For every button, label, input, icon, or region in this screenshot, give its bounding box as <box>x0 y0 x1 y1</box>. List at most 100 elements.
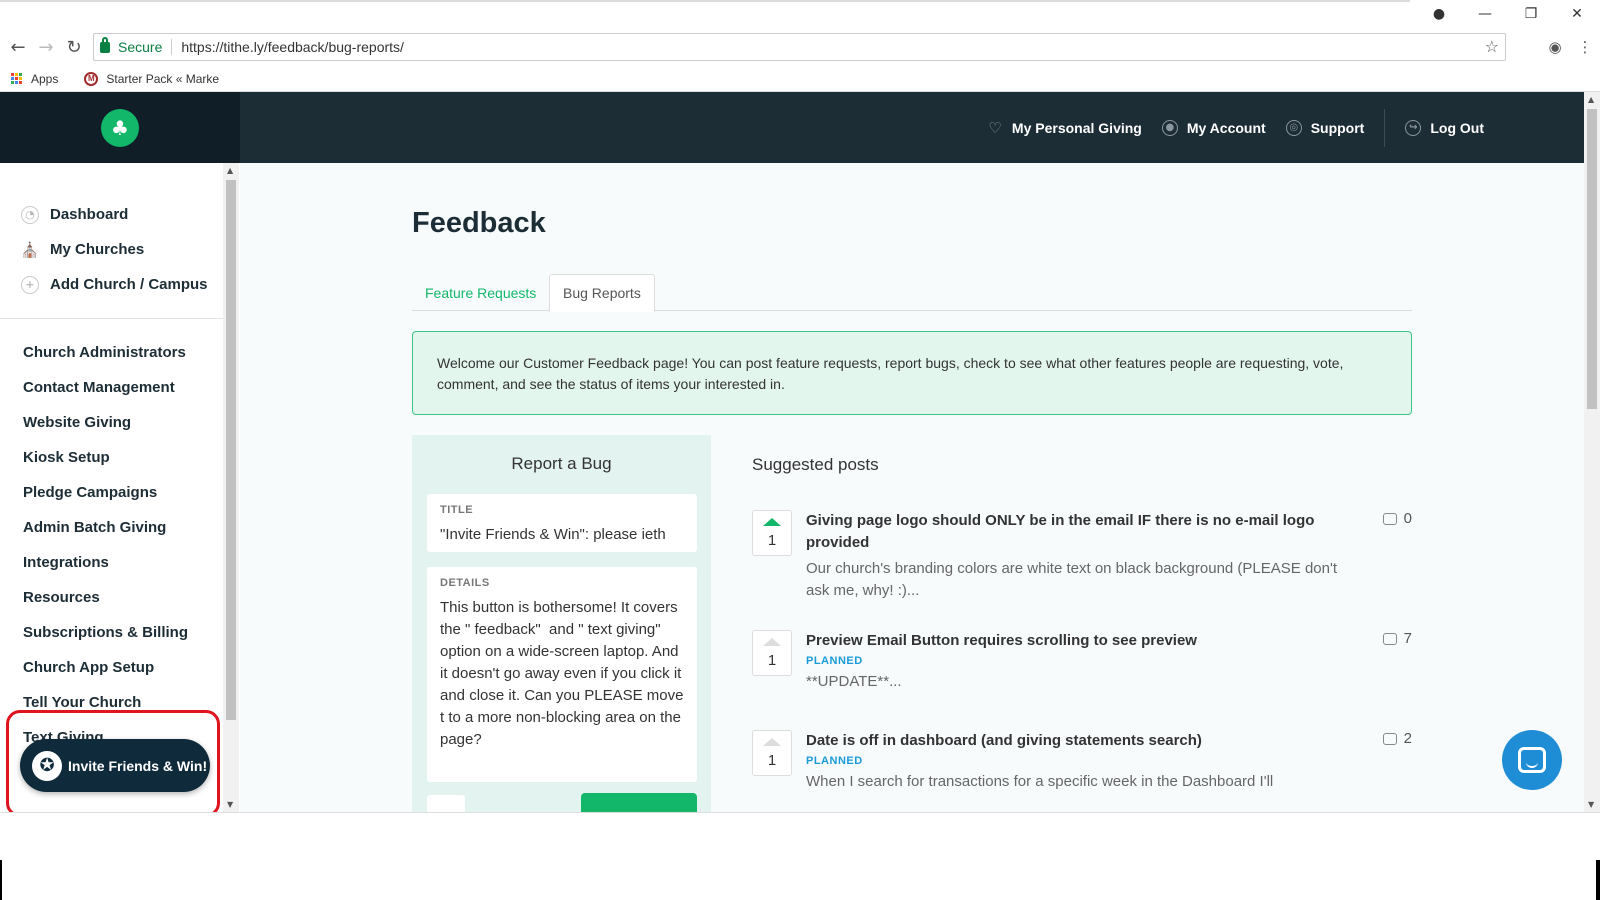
sidebar-item-integrations[interactable]: Integrations <box>0 545 223 580</box>
vote-button[interactable]: 1 <box>752 630 792 676</box>
header-divider <box>1384 108 1386 147</box>
sidebar-item-resources[interactable]: Resources <box>0 580 223 615</box>
details-field[interactable]: DETAILS This button is bothersome! It co… <box>427 567 697 782</box>
vote-button[interactable]: 1 <box>752 510 792 556</box>
nav-my-account[interactable]: ● My Account <box>1161 119 1266 136</box>
chat-icon <box>1518 747 1546 773</box>
report-bug-panel: Report a Bug TITLE "Invite Friends & Win… <box>412 435 711 812</box>
welcome-notice: Welcome our Customer Feedback page! You … <box>412 331 1412 415</box>
submit-button[interactable] <box>581 793 697 812</box>
lifebuoy-icon: ◎ <box>1285 119 1302 136</box>
dashboard-icon: ◔ <box>21 205 39 224</box>
report-heading: Report a Bug <box>511 454 612 473</box>
scrollbar-thumb[interactable] <box>1587 109 1597 409</box>
post-body: Preview Email Button requires scrolling … <box>806 630 1346 693</box>
details-label: DETAILS <box>440 577 490 589</box>
window-edge <box>0 860 2 900</box>
sidebar-item-pledge-campaigns[interactable]: Pledge Campaigns <box>0 475 223 510</box>
title-label: TITLE <box>440 504 474 516</box>
browser-toolbar: ← → ↻ Secure https://tithe.ly/feedback/b… <box>0 28 1600 66</box>
scroll-down-icon[interactable]: ▼ <box>227 800 233 809</box>
sidebar-item-label: My Churches <box>50 241 145 258</box>
sidebar-item-kiosk-setup[interactable]: Kiosk Setup <box>0 440 223 475</box>
nav-label: My Account <box>1186 119 1266 136</box>
attachment-checkbox[interactable] <box>427 795 465 812</box>
vote-button[interactable]: 1 <box>752 730 792 776</box>
nav-label: My Personal Giving <box>1011 119 1142 136</box>
comment-count-value: 7 <box>1403 630 1412 647</box>
title-field[interactable]: TITLE "Invite Friends & Win": please iet… <box>427 494 697 552</box>
sidebar-item-subscriptions-billing[interactable]: Subscriptions & Billing <box>0 615 223 650</box>
nav-label: Log Out <box>1430 119 1484 136</box>
app-header: ♣ ♡ My Personal Giving ● My Account ◎ Su… <box>0 92 1584 163</box>
scroll-up-icon[interactable]: ▲ <box>227 166 233 175</box>
post-title[interactable]: Date is off in dashboard (and giving sta… <box>806 730 1346 752</box>
comment-icon <box>1382 632 1397 645</box>
comment-icon <box>1382 732 1397 745</box>
suggested-post[interactable]: 1 Preview Email Button requires scrollin… <box>752 630 1412 710</box>
browser-titlebar: ● — ❐ ✕ <box>0 0 1600 28</box>
sidebar-item-admin-batch-giving[interactable]: Admin Batch Giving <box>0 510 223 545</box>
page-scrollbar[interactable]: ▲ ▼ <box>1584 92 1600 812</box>
nav-log-out[interactable]: ↪ Log Out <box>1405 119 1484 136</box>
bookmark-starter-pack[interactable]: Starter Pack « Marke <box>106 72 219 86</box>
comment-count-value: 2 <box>1403 730 1412 747</box>
sidebar-scrollbar[interactable]: ▲ ▼ <box>223 163 239 812</box>
bookmark-apps[interactable]: Apps <box>31 72 58 86</box>
scroll-down-icon[interactable]: ▼ <box>1588 800 1594 809</box>
menu-icon[interactable]: ⋮ <box>1570 38 1600 56</box>
extension-icon[interactable]: ◉ <box>1540 38 1570 56</box>
nav-label: Support <box>1310 119 1365 136</box>
suggested-post[interactable]: 1 Giving page logo should ONLY be in the… <box>752 510 1412 610</box>
comment-count-value: 0 <box>1403 510 1412 527</box>
nav-support[interactable]: ◎ Support <box>1285 119 1365 136</box>
user-circle-icon: ● <box>1161 119 1178 136</box>
sidebar-item-website-giving[interactable]: Website Giving <box>0 405 223 440</box>
sidebar-item-my-churches[interactable]: ⛪ My Churches <box>0 232 223 267</box>
vote-count: 1 <box>767 751 777 769</box>
tab-bug-reports[interactable]: Bug Reports <box>549 274 655 312</box>
post-excerpt: Our church's branding colors are white t… <box>806 560 1338 599</box>
forward-icon[interactable]: → <box>32 33 60 61</box>
restore-icon[interactable]: ❐ <box>1508 0 1554 28</box>
post-body: Giving page logo should ONLY be in the e… <box>806 510 1346 602</box>
church-icon: ⛪ <box>20 240 40 259</box>
bookmark-star-icon[interactable]: ☆ <box>1485 37 1499 56</box>
sidebar-item-church-app-setup[interactable]: Church App Setup <box>0 650 223 685</box>
annotation-highlight-box <box>6 710 220 817</box>
back-icon[interactable]: ← <box>4 33 32 61</box>
post-excerpt: **UPDATE**... <box>806 673 902 690</box>
tab-feature-requests[interactable]: Feature Requests <box>412 274 549 311</box>
header-nav: ♡ My Personal Giving ● My Account ◎ Supp… <box>967 92 1484 163</box>
url-text[interactable]: https://tithe.ly/feedback/bug-reports/ <box>181 39 404 55</box>
chat-launcher-button[interactable] <box>1502 730 1562 790</box>
status-badge: PLANNED <box>806 655 863 667</box>
post-body: Date is off in dashboard (and giving sta… <box>806 730 1346 793</box>
comment-count: 7 <box>1382 630 1412 647</box>
suggested-post[interactable]: 1 Date is off in dashboard (and giving s… <box>752 730 1412 810</box>
scroll-up-icon[interactable]: ▲ <box>1588 95 1594 104</box>
sidebar-item-dashboard[interactable]: ◔ Dashboard <box>0 197 223 232</box>
address-bar[interactable]: Secure https://tithe.ly/feedback/bug-rep… <box>93 33 1506 61</box>
page-title: Feedback <box>412 207 546 239</box>
post-title[interactable]: Giving page logo should ONLY be in the e… <box>806 510 1346 554</box>
details-textarea[interactable]: This button is bothersome! It covers the… <box>440 597 684 751</box>
title-input[interactable]: "Invite Friends & Win": please ieth <box>440 524 684 546</box>
secure-indicator[interactable]: Secure <box>94 36 163 55</box>
close-icon[interactable]: ✕ <box>1554 0 1600 28</box>
sidebar-item-contact-management[interactable]: Contact Management <box>0 370 223 405</box>
tithely-logo-icon[interactable]: ♣ <box>101 108 139 147</box>
logo-area: ♣ <box>0 92 240 163</box>
main-content: Feedback Feature Requests Bug Reports We… <box>240 163 1584 812</box>
profile-icon[interactable]: ● <box>1416 0 1462 28</box>
nav-my-personal-giving[interactable]: ♡ My Personal Giving <box>987 119 1142 137</box>
comment-icon <box>1382 512 1397 525</box>
post-title[interactable]: Preview Email Button requires scrolling … <box>806 630 1346 652</box>
scrollbar-thumb[interactable] <box>226 180 236 720</box>
reload-icon[interactable]: ↻ <box>60 33 88 61</box>
sidebar-item-add-church[interactable]: + Add Church / Campus <box>0 267 223 302</box>
secure-label: Secure <box>118 39 163 55</box>
window-controls: ● — ❐ ✕ <box>1416 0 1600 28</box>
minimize-icon[interactable]: — <box>1462 0 1508 28</box>
sidebar-item-church-administrators[interactable]: Church Administrators <box>0 335 223 370</box>
